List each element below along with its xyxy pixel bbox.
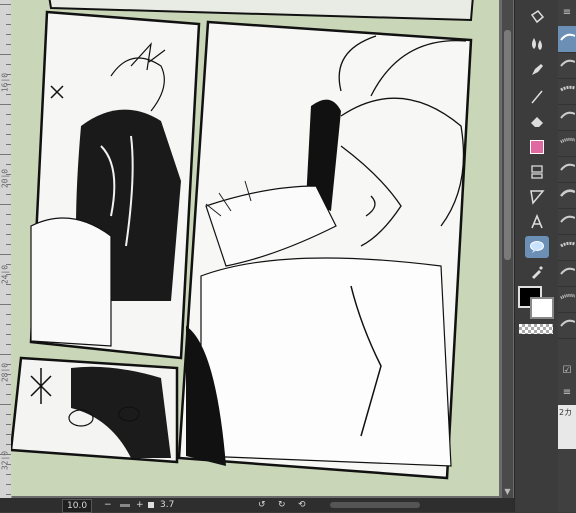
brush-preset-panel: ≡ ☑ ≡ 2カ [558,0,576,512]
zoom-field[interactable]: 10.0 [62,499,93,513]
ruler-tick [0,254,11,255]
ruler-tick [0,54,11,55]
reset-rotation-button[interactable]: ⟲ [298,499,306,511]
ruler-label: 20|0 [0,168,10,189]
sub-color-swatch[interactable] [530,297,554,319]
ruler-tick [0,204,11,205]
pen-icon[interactable] [525,59,549,81]
text-tool-icon[interactable] [525,211,549,233]
layer-item[interactable]: 2カ [558,405,576,449]
ruler-tick [0,154,11,155]
layer-label: 2カ [559,408,573,417]
brush-preset[interactable] [558,260,576,287]
horizontal-scrollbar[interactable] [330,502,420,508]
zoom-out-button[interactable]: − [104,499,112,511]
brush-preset[interactable] [558,130,576,157]
brush-preset[interactable] [558,26,576,53]
ruler-tick [0,104,11,105]
ruler-tick [0,404,11,405]
vertical-scrollbar[interactable]: ▼ [502,0,513,498]
gradient-icon[interactable] [525,136,549,158]
scroll-down-arrow-icon[interactable]: ▼ [503,487,512,496]
manga-page-canvas[interactable] [11,0,499,496]
brush-preset[interactable] [558,156,576,183]
zoom-in-button[interactable]: + [136,499,144,511]
rotate-right-button[interactable]: ↻ [278,499,286,511]
status-bar: 10.0 − + 3.7 ↺ ↻ ⟲ [0,498,514,513]
balloon-icon[interactable] [525,236,549,258]
line-icon[interactable] [525,86,549,108]
zoom-slider[interactable] [120,504,130,507]
rotate-left-button[interactable]: ↺ [258,499,266,511]
brush-preset[interactable] [558,78,576,105]
brush-preset[interactable] [558,52,576,79]
menu-icon[interactable]: ≡ [560,386,574,400]
manga-artwork [11,0,474,480]
fill-bucket-icon[interactable] [525,6,549,28]
brush-preset[interactable] [558,182,576,209]
rotation-angle-field[interactable]: 3.7 [160,499,174,511]
transparent-color-swatch[interactable] [519,324,553,334]
ruler-tick [0,304,11,305]
tool-palette [514,0,559,512]
eraser-icon[interactable] [525,111,549,133]
blend-drops-icon[interactable] [525,33,549,55]
ruler-tick [0,4,11,5]
brush-preset[interactable] [558,286,576,313]
frame-border-icon[interactable] [525,161,549,183]
brush-preset[interactable] [558,208,576,235]
canvas-area[interactable]: 16|0 20|0 24|0 28|0 32|0 ▼ [0,0,514,498]
ruler-tick [0,354,11,355]
ruler-triangle-icon[interactable] [525,186,549,208]
brush-preset[interactable] [558,312,576,339]
ruler-tick [0,454,11,455]
checkbox-icon[interactable]: ☑ [560,364,574,378]
menu-icon[interactable]: ≡ [560,6,574,20]
scrollbar-thumb[interactable] [504,30,511,260]
ruler-label: 32|0 [0,450,10,471]
brush-preset[interactable] [558,234,576,261]
zoom-slider-handle[interactable] [148,502,154,508]
brush-preset[interactable] [558,104,576,131]
eyedropper-icon[interactable] [525,261,549,283]
